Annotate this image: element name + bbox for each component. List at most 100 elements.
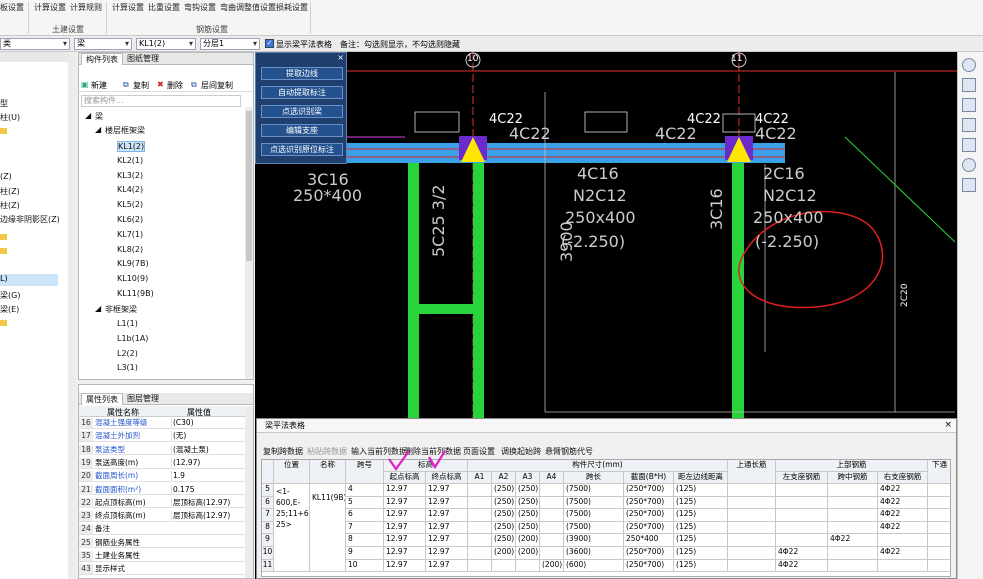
tree-item-kl97b[interactable]: KL9(7B): [117, 259, 149, 268]
distance-cell[interactable]: (125): [674, 521, 728, 535]
section-cell[interactable]: (250*700): [624, 521, 674, 535]
distance-cell[interactable]: (125): [674, 496, 728, 510]
property-row[interactable]: 17 混凝土外加剂 (无): [79, 431, 245, 442]
span-cell[interactable]: 5: [346, 496, 384, 510]
span-length-cell[interactable]: (7500): [564, 509, 624, 522]
right-support-cell[interactable]: 4Φ22: [878, 484, 928, 497]
span-cell[interactable]: 10: [346, 559, 384, 573]
close-icon[interactable]: ×: [337, 53, 344, 62]
right-support-cell[interactable]: 4Φ22: [878, 547, 928, 560]
section-cell[interactable]: (250*700): [624, 559, 674, 573]
a3-cell[interactable]: (200): [516, 534, 540, 547]
end-elevation-cell[interactable]: 12.97: [426, 547, 468, 560]
copy-button[interactable]: 复制: [133, 80, 149, 91]
rotate-icon[interactable]: [962, 158, 976, 172]
top-through-cell[interactable]: [728, 509, 776, 522]
tree-item-kl109[interactable]: KL10(9): [117, 274, 148, 283]
a1-cell[interactable]: [468, 484, 492, 497]
a3-cell[interactable]: (250): [516, 484, 540, 497]
a1-cell[interactable]: [468, 534, 492, 547]
distance-cell[interactable]: (125): [674, 534, 728, 547]
nav-item[interactable]: 边缘非阴影区(Z): [0, 214, 60, 225]
a3-cell[interactable]: (250): [516, 509, 540, 522]
swap-start-span-button[interactable]: 调换起始跨: [501, 446, 541, 457]
tree-scrollbar[interactable]: [245, 107, 253, 379]
span-length-cell[interactable]: (7500): [564, 521, 624, 535]
left-support-cell[interactable]: [776, 521, 828, 535]
top-through-cell[interactable]: [728, 521, 776, 535]
a2-cell[interactable]: [492, 559, 516, 573]
end-elevation-cell[interactable]: 12.97: [426, 509, 468, 522]
right-support-cell[interactable]: 4Φ22: [878, 509, 928, 522]
nav-item[interactable]: 柱(U): [0, 112, 20, 123]
end-elevation-cell[interactable]: 12.97: [426, 484, 468, 497]
span-length-cell[interactable]: (3900): [564, 534, 624, 547]
down-cell[interactable]: [928, 497, 950, 510]
top-through-cell[interactable]: [728, 559, 776, 573]
layer-copy-button[interactable]: 层间复制: [201, 80, 233, 91]
a1-cell[interactable]: [468, 559, 492, 573]
property-value[interactable]: (12.97): [171, 457, 245, 468]
start-elevation-cell[interactable]: 12.97: [384, 496, 426, 510]
a4-cell[interactable]: [540, 547, 564, 560]
a2-cell[interactable]: (250): [492, 521, 516, 535]
left-support-cell[interactable]: [776, 534, 828, 547]
tree-item-l1b1a[interactable]: L1b(1A): [117, 334, 148, 343]
section-cell[interactable]: (250*700): [624, 509, 674, 522]
ribbon-button-loss-settings[interactable]: 损耗设置: [276, 2, 308, 13]
distance-cell[interactable]: (125): [674, 509, 728, 522]
a4-cell[interactable]: [540, 521, 564, 535]
tree-expand-icon[interactable]: ◢: [85, 111, 91, 120]
dialog-close-icon[interactable]: ×: [944, 420, 952, 430]
new-button[interactable]: 新建: [91, 80, 107, 91]
a4-cell[interactable]: [540, 509, 564, 522]
ribbon-button-hook-settings[interactable]: 弯钩设置: [184, 2, 216, 13]
end-elevation-cell[interactable]: 12.97: [426, 559, 468, 573]
start-elevation-cell[interactable]: 12.97: [384, 559, 426, 573]
a4-cell[interactable]: (200): [540, 559, 564, 573]
mid-span-cell[interactable]: [828, 521, 878, 535]
end-elevation-cell[interactable]: 12.97: [426, 521, 468, 535]
a4-cell[interactable]: [540, 534, 564, 547]
top-through-cell[interactable]: [728, 534, 776, 547]
section-cell[interactable]: (250*700): [624, 496, 674, 510]
property-value[interactable]: 1.9: [171, 471, 245, 482]
type-combo[interactable]: 梁: [74, 38, 132, 50]
start-elevation-cell[interactable]: 12.97: [384, 484, 426, 497]
copy-span-data-button[interactable]: 复制跨数据: [263, 446, 303, 457]
down-cell[interactable]: [928, 534, 950, 547]
span-cell[interactable]: 7: [346, 521, 384, 535]
tree-root[interactable]: 梁: [95, 111, 103, 122]
span-cell[interactable]: 6: [346, 509, 384, 522]
top-through-cell[interactable]: [728, 547, 776, 560]
mid-span-cell[interactable]: [828, 547, 878, 560]
mid-span-cell[interactable]: [828, 509, 878, 522]
start-elevation-cell[interactable]: 12.97: [384, 534, 426, 547]
a4-cell[interactable]: [540, 496, 564, 510]
view-cube-icon[interactable]: [962, 58, 976, 72]
left-support-cell[interactable]: 4Φ22: [776, 559, 828, 573]
property-value[interactable]: 层顶标高(12.97): [171, 497, 245, 508]
property-row[interactable]: 24 备注: [79, 524, 245, 536]
a3-cell[interactable]: (200): [516, 547, 540, 560]
property-value[interactable]: 0.175: [171, 484, 245, 495]
a3-cell[interactable]: (250): [516, 496, 540, 510]
ribbon-button-rebar-calc-settings[interactable]: 计算设置: [112, 2, 144, 13]
ribbon-button-calc-rules[interactable]: 计算规则: [70, 2, 102, 13]
distance-cell[interactable]: (125): [674, 484, 728, 497]
property-value[interactable]: (C30): [171, 418, 245, 428]
distance-cell[interactable]: (125): [674, 559, 728, 573]
right-support-cell[interactable]: 4Φ22: [878, 496, 928, 510]
span-cell[interactable]: 8: [346, 534, 384, 547]
right-support-cell[interactable]: [878, 534, 928, 547]
nav-item[interactable]: (Z): [0, 172, 12, 181]
tree-item-l31[interactable]: L3(1): [117, 363, 138, 372]
tree-item-kl119b[interactable]: KL11(9B): [117, 289, 154, 298]
property-row[interactable]: 23 终点顶标高(m) 层顶标高(12.97): [79, 511, 245, 522]
tree-group-non-frame-beam[interactable]: 非框架梁: [105, 304, 137, 315]
3d-view-icon[interactable]: [962, 78, 976, 92]
span-cell[interactable]: 4: [346, 484, 384, 497]
component-combo[interactable]: KL1(2): [136, 38, 196, 50]
point-identify-beam-button[interactable]: 点选识别梁: [261, 105, 343, 118]
tree-item-kl62[interactable]: KL6(2): [117, 215, 143, 224]
